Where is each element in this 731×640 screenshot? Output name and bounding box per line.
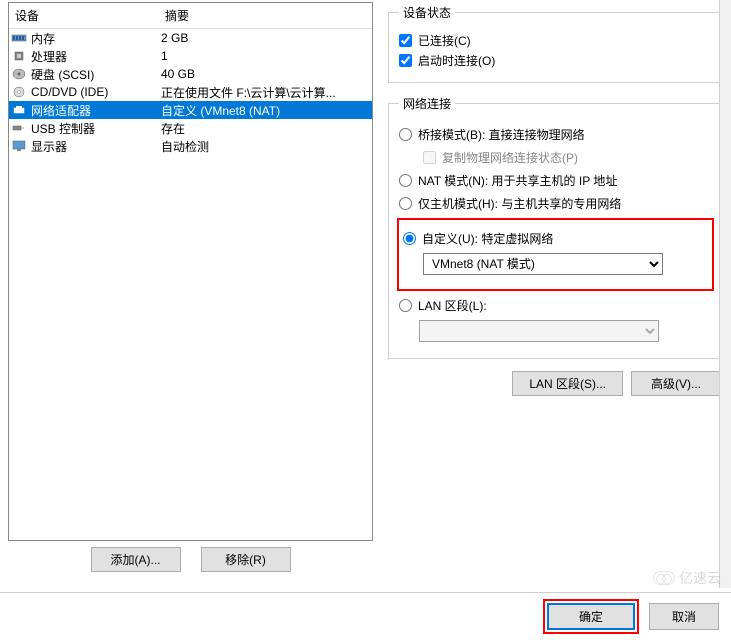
- device-name: 处理器: [31, 48, 161, 65]
- replicate-label: 复制物理网络连接状态(P): [442, 149, 578, 166]
- lan-segment-radio-row[interactable]: LAN 区段(L):: [399, 297, 712, 314]
- table-row[interactable]: 网络适配器自定义 (VMnet8 (NAT): [9, 101, 372, 119]
- device-summary: 存在: [161, 120, 370, 137]
- ok-button[interactable]: 确定: [547, 603, 635, 630]
- network-icon: [11, 103, 27, 117]
- device-name: 显示器: [31, 138, 161, 155]
- header-summary: 摘要: [159, 3, 372, 28]
- device-summary: 正在使用文件 F:\云计算\云计算...: [161, 84, 370, 101]
- network-connection-legend: 网络连接: [399, 95, 455, 112]
- replicate-checkbox-row: 复制物理网络连接状态(P): [423, 149, 712, 166]
- table-row[interactable]: 内存2 GB: [9, 29, 372, 47]
- disk-icon: [11, 67, 27, 81]
- hostonly-radio[interactable]: [399, 197, 412, 210]
- remove-button[interactable]: 移除(R): [201, 547, 291, 572]
- connect-start-checkbox-row[interactable]: 启动时连接(O): [399, 52, 712, 69]
- hostonly-radio-row[interactable]: 仅主机模式(H): 与主机共享的专用网络: [399, 195, 712, 212]
- nat-radio-row[interactable]: NAT 模式(N): 用于共享主机的 IP 地址: [399, 172, 712, 189]
- network-connection-group: 网络连接 桥接模式(B): 直接连接物理网络 复制物理网络连接状态(P) NAT…: [388, 95, 723, 359]
- bottom-bar: 确定 取消: [0, 592, 731, 640]
- cd-icon: [11, 85, 27, 99]
- lan-segment-select: [419, 320, 659, 342]
- ok-highlight: 确定: [543, 599, 639, 634]
- usb-icon: [11, 121, 27, 135]
- cancel-button[interactable]: 取消: [649, 603, 719, 630]
- connect-start-checkbox[interactable]: [399, 54, 412, 67]
- watermark: 亿速云: [653, 568, 721, 588]
- table-row[interactable]: 处理器1: [9, 47, 372, 65]
- advanced-button[interactable]: 高级(V)...: [631, 371, 721, 396]
- custom-radio[interactable]: [403, 232, 416, 245]
- custom-radio-row[interactable]: 自定义(U): 特定虚拟网络: [403, 230, 706, 247]
- bridged-radio-row[interactable]: 桥接模式(B): 直接连接物理网络: [399, 126, 712, 143]
- table-row[interactable]: 显示器自动检测: [9, 137, 372, 155]
- lan-segments-button[interactable]: LAN 区段(S)...: [512, 371, 623, 396]
- device-status-group: 设备状态 已连接(C) 启动时连接(O): [388, 4, 723, 83]
- device-name: USB 控制器: [31, 120, 161, 137]
- device-status-legend: 设备状态: [399, 4, 455, 21]
- lan-segment-label: LAN 区段(L):: [418, 297, 487, 314]
- device-summary: 2 GB: [161, 31, 370, 45]
- bridged-label: 桥接模式(B): 直接连接物理网络: [418, 126, 585, 143]
- device-name: 硬盘 (SCSI): [31, 66, 161, 83]
- nat-label: NAT 模式(N): 用于共享主机的 IP 地址: [418, 172, 617, 189]
- bridged-radio[interactable]: [399, 128, 412, 141]
- device-summary: 自定义 (VMnet8 (NAT): [161, 102, 370, 119]
- watermark-text: 亿速云: [679, 568, 721, 588]
- device-name: 内存: [31, 30, 161, 47]
- custom-label: 自定义(U): 特定虚拟网络: [422, 230, 553, 247]
- connect-start-label: 启动时连接(O): [418, 52, 495, 69]
- memory-icon: [11, 31, 27, 45]
- display-icon: [11, 139, 27, 153]
- header-device: 设备: [9, 3, 159, 28]
- table-row[interactable]: CD/DVD (IDE)正在使用文件 F:\云计算\云计算...: [9, 83, 372, 101]
- device-summary: 自动检测: [161, 138, 370, 155]
- hostonly-label: 仅主机模式(H): 与主机共享的专用网络: [418, 195, 621, 212]
- device-list: 内存2 GB处理器1硬盘 (SCSI)40 GBCD/DVD (IDE)正在使用…: [9, 29, 372, 155]
- connected-checkbox[interactable]: [399, 34, 412, 47]
- device-summary: 40 GB: [161, 67, 370, 81]
- watermark-icon: [653, 571, 675, 585]
- nat-radio[interactable]: [399, 174, 412, 187]
- connected-label: 已连接(C): [418, 32, 471, 49]
- lan-segment-radio[interactable]: [399, 299, 412, 312]
- add-button[interactable]: 添加(A)...: [91, 547, 181, 572]
- device-name: 网络适配器: [31, 102, 161, 119]
- cpu-icon: [11, 49, 27, 63]
- custom-highlight: 自定义(U): 特定虚拟网络 VMnet8 (NAT 模式): [397, 218, 714, 291]
- connected-checkbox-row[interactable]: 已连接(C): [399, 32, 712, 49]
- custom-network-select[interactable]: VMnet8 (NAT 模式): [423, 253, 663, 275]
- table-row[interactable]: USB 控制器存在: [9, 119, 372, 137]
- device-summary: 1: [161, 49, 370, 63]
- table-header: 设备 摘要: [9, 3, 372, 29]
- replicate-checkbox: [423, 151, 436, 164]
- right-edge: [719, 0, 731, 588]
- device-name: CD/DVD (IDE): [31, 85, 161, 99]
- table-row[interactable]: 硬盘 (SCSI)40 GB: [9, 65, 372, 83]
- device-table: 设备 摘要 内存2 GB处理器1硬盘 (SCSI)40 GBCD/DVD (ID…: [8, 2, 373, 541]
